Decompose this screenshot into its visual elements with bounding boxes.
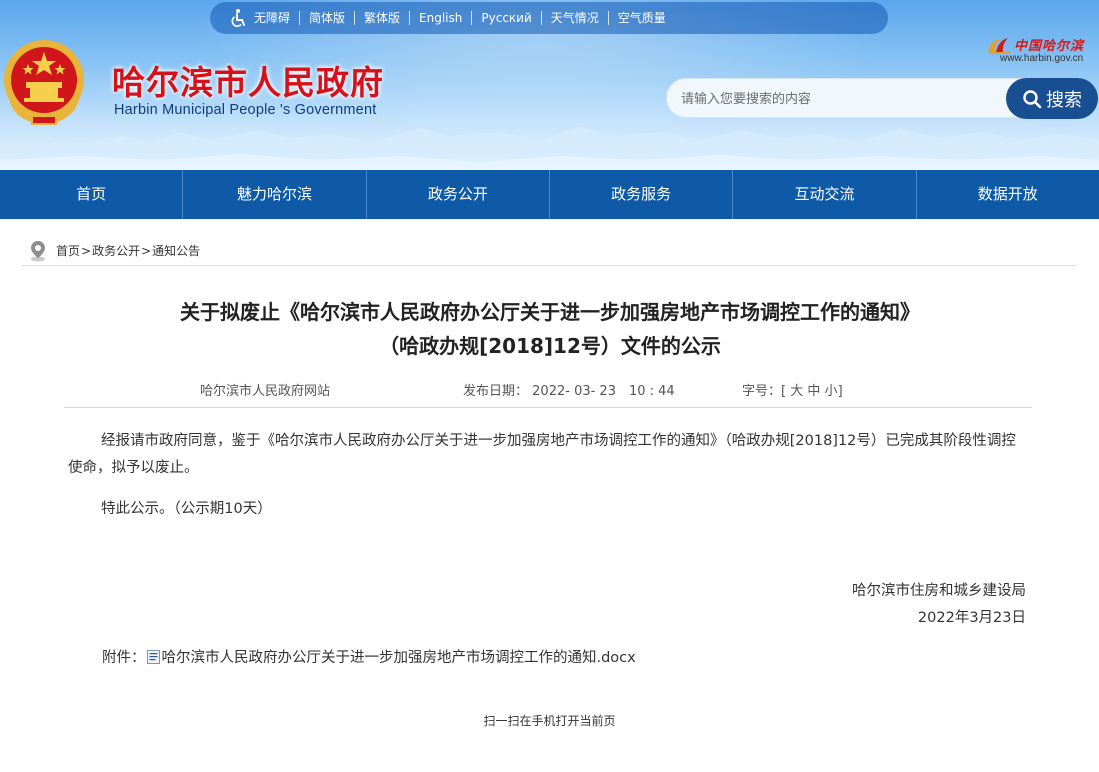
top-link-weather[interactable]: 天气情况 — [540, 11, 608, 25]
font-size-control: 字号：[ 大 中 小] — [742, 380, 843, 399]
main-nav: 首页 魅力哈尔滨 政务公开 政务服务 互动交流 数据开放 — [0, 170, 1099, 219]
top-link-air-quality[interactable]: 空气质量 — [607, 11, 675, 25]
city-skyline-decoration — [0, 126, 1099, 170]
publish-date-label: 发布日期： — [463, 384, 529, 399]
top-link-bar: 无障碍 简体版 繁体版 English Русский 天气情况 空气质量 — [210, 2, 888, 34]
signature-organization: 哈尔滨市住房和城乡建设局 — [852, 583, 1026, 599]
harbin-logo-text: 中国哈尔滨 — [1014, 39, 1085, 54]
top-link-russian[interactable]: Русский — [471, 11, 540, 25]
site-title-english: Harbin Municipal People 's Government — [114, 102, 377, 118]
nav-item-government-affairs[interactable]: 政务公开 — [365, 170, 549, 219]
nav-item-charm-harbin[interactable]: 魅力哈尔滨 — [182, 170, 365, 219]
font-size-medium-button[interactable]: 中 — [807, 384, 820, 399]
signature-date: 2022年3月23日 — [917, 610, 1026, 626]
nav-item-government-services[interactable]: 政务服务 — [548, 170, 732, 219]
location-pin-icon — [31, 240, 45, 261]
font-size-bracket-close: ] — [837, 384, 843, 399]
breadcrumb-home[interactable]: 首页 — [56, 242, 80, 259]
attachment-label: 附件： — [102, 650, 146, 666]
article-signature: 哈尔滨市住房和城乡建设局 2022年3月23日 — [600, 578, 1026, 632]
search-box: 搜索 — [666, 78, 1098, 119]
article-title-line2: （哈政办规[2018]12号）文件的公示 — [379, 334, 721, 358]
search-button[interactable]: 搜索 — [1006, 78, 1098, 119]
publish-date: 发布日期： 2022- 03- 23 10 : 44 — [463, 380, 675, 399]
search-icon — [1023, 89, 1042, 108]
publish-date-value: 2022- 03- 23 10 : 44 — [532, 384, 675, 399]
font-size-bracket-open: [ — [781, 384, 787, 399]
attachment: 附件： 哈尔滨市人民政府办公厅关于进一步加强房地产市场调控工作的通知.docx — [102, 646, 636, 667]
attachment-link[interactable]: 哈尔滨市人民政府办公厅关于进一步加强房地产市场调控工作的通知.docx — [162, 646, 636, 667]
breadcrumb-notices[interactable]: 通知公告 — [152, 242, 200, 259]
national-emblem-logo — [4, 40, 84, 126]
article-source: 哈尔滨市人民政府网站 — [200, 384, 331, 399]
top-link-simplified[interactable]: 简体版 — [299, 11, 354, 25]
article-title: 关于拟废止《哈尔滨市人民政府办公厅关于进一步加强房地产市场调控工作的通知》 （哈… — [60, 295, 1040, 363]
breadcrumb-separator: > — [141, 243, 152, 258]
site-header: 无障碍 简体版 繁体版 English Русский 天气情况 空气质量 哈尔… — [0, 0, 1099, 170]
article-body: 经报请市政府同意，鉴于《哈尔滨市人民政府办公厅关于进一步加强房地产市场调控工作的… — [68, 428, 1028, 523]
article-paragraph-1: 经报请市政府同意，鉴于《哈尔滨市人民政府办公厅关于进一步加强房地产市场调控工作的… — [68, 433, 1016, 476]
font-size-small-button[interactable]: 小 — [825, 384, 838, 399]
top-link-accessibility[interactable]: 无障碍 — [254, 11, 299, 25]
top-link-english[interactable]: English — [409, 11, 471, 25]
article-paragraph-2: 特此公示。（公示期10天） — [101, 501, 272, 517]
search-button-label: 搜索 — [1046, 89, 1082, 111]
word-document-icon — [146, 649, 160, 664]
nav-item-interaction[interactable]: 互动交流 — [732, 170, 915, 219]
top-link-traditional[interactable]: 繁体版 — [354, 11, 409, 25]
search-input[interactable] — [681, 88, 1001, 110]
breadcrumb: 首页 > 政务公开 > 通知公告 — [22, 236, 1076, 266]
font-size-label: 字号： — [742, 384, 782, 399]
accessibility-icon[interactable] — [228, 8, 248, 28]
china-harbin-logo[interactable]: 中国哈尔滨 www.harbin.gov.cn — [984, 33, 1096, 71]
breadcrumb-separator: > — [81, 243, 92, 258]
breadcrumb-government-affairs[interactable]: 政务公开 — [92, 242, 140, 259]
nav-item-home[interactable]: 首页 — [0, 170, 182, 219]
site-title: 哈尔滨市人民政府 — [112, 63, 384, 102]
harbin-logo-url: www.harbin.gov.cn — [1000, 53, 1084, 64]
article-title-line1: 关于拟废止《哈尔滨市人民政府办公厅关于进一步加强房地产市场调控工作的通知》 — [180, 300, 920, 324]
scan-qr-text: 扫一扫在手机打开当前页 — [483, 714, 616, 728]
article-meta: 哈尔滨市人民政府网站 发布日期： 2022- 03- 23 10 : 44 字号… — [64, 372, 1032, 408]
nav-item-open-data[interactable]: 数据开放 — [915, 170, 1099, 219]
font-size-large-button[interactable]: 大 — [790, 384, 803, 399]
